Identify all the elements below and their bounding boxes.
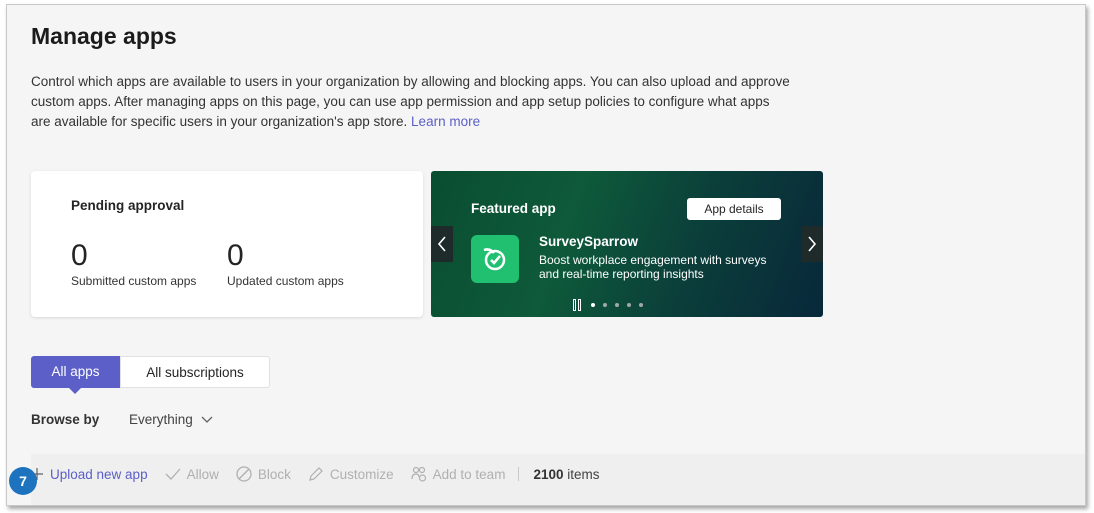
pending-approval-title: Pending approval bbox=[71, 198, 185, 213]
pending-approval-card: Pending approval 0 Submitted custom apps… bbox=[31, 171, 423, 317]
item-count-unit: items bbox=[567, 466, 600, 482]
add-to-team-label: Add to team bbox=[432, 466, 506, 482]
block-label: Block bbox=[257, 466, 291, 482]
toolbar-divider bbox=[518, 467, 520, 481]
chevron-down-icon bbox=[201, 416, 213, 423]
add-to-team-button[interactable]: Add to team bbox=[411, 466, 506, 482]
customize-label: Customize bbox=[329, 466, 394, 482]
learn-more-link[interactable]: Learn more bbox=[411, 114, 480, 129]
page-title: Manage apps bbox=[31, 23, 177, 49]
carousel-next-button[interactable] bbox=[801, 226, 823, 262]
carousel-prev-button[interactable] bbox=[431, 226, 453, 262]
pause-icon[interactable] bbox=[573, 299, 583, 311]
page-description: Control which apps are available to user… bbox=[31, 72, 791, 132]
app-details-button[interactable]: App details bbox=[687, 198, 781, 220]
tab-all-subscriptions[interactable]: All subscriptions bbox=[120, 356, 270, 388]
carousel-dot-5[interactable] bbox=[639, 303, 643, 307]
step-number-badge: 7 bbox=[9, 467, 37, 495]
app-tabs: All apps All subscriptions bbox=[31, 356, 270, 394]
manage-apps-window: Manage apps Control which apps are avail… bbox=[6, 4, 1086, 506]
carousel-dot-3[interactable] bbox=[615, 303, 619, 307]
tab-all-apps[interactable]: All apps bbox=[31, 356, 120, 394]
customize-button[interactable]: Customize bbox=[308, 466, 394, 482]
survey-bird-icon[interactable] bbox=[471, 235, 519, 283]
upload-new-app-button[interactable]: Upload new app bbox=[30, 467, 148, 482]
featured-app-name: SurveySparrow bbox=[539, 234, 639, 249]
updated-label: Updated custom apps bbox=[227, 274, 344, 288]
submitted-count: 0 bbox=[71, 239, 88, 272]
featured-app-description: Boost workplace engagement with surveys … bbox=[539, 253, 767, 281]
featured-app-label: Featured app bbox=[471, 201, 556, 216]
allow-button[interactable]: Allow bbox=[165, 467, 219, 482]
updated-count: 0 bbox=[227, 239, 244, 272]
chevron-left-icon bbox=[437, 236, 446, 252]
browse-by-value: Everything bbox=[129, 412, 193, 427]
submitted-stat[interactable]: 0 Submitted custom apps bbox=[71, 238, 196, 288]
upload-new-app-label: Upload new app bbox=[50, 466, 148, 482]
updated-stat[interactable]: 0 Updated custom apps bbox=[227, 238, 344, 288]
allow-label: Allow bbox=[186, 466, 219, 482]
carousel-controls bbox=[573, 299, 643, 311]
browse-by-dropdown[interactable]: Everything bbox=[129, 412, 213, 427]
item-count-value: 2100 bbox=[533, 466, 564, 482]
featured-app-carousel: Featured app App details SurveySparrow B… bbox=[431, 171, 823, 317]
block-icon bbox=[236, 466, 252, 482]
browse-by-label: Browse by bbox=[31, 412, 100, 427]
checkmark-icon bbox=[165, 468, 181, 480]
carousel-dot-1[interactable] bbox=[591, 303, 595, 307]
chevron-right-icon bbox=[808, 236, 817, 252]
submitted-label: Submitted custom apps bbox=[71, 274, 197, 288]
carousel-dot-4[interactable] bbox=[627, 303, 631, 307]
item-count: 2100 items bbox=[533, 467, 599, 482]
people-add-icon bbox=[411, 466, 426, 482]
apps-toolbar: Upload new app Allow Block Customize Add… bbox=[30, 466, 600, 482]
carousel-dot-2[interactable] bbox=[603, 303, 607, 307]
pencil-icon bbox=[309, 467, 323, 481]
block-button[interactable]: Block bbox=[236, 466, 291, 482]
